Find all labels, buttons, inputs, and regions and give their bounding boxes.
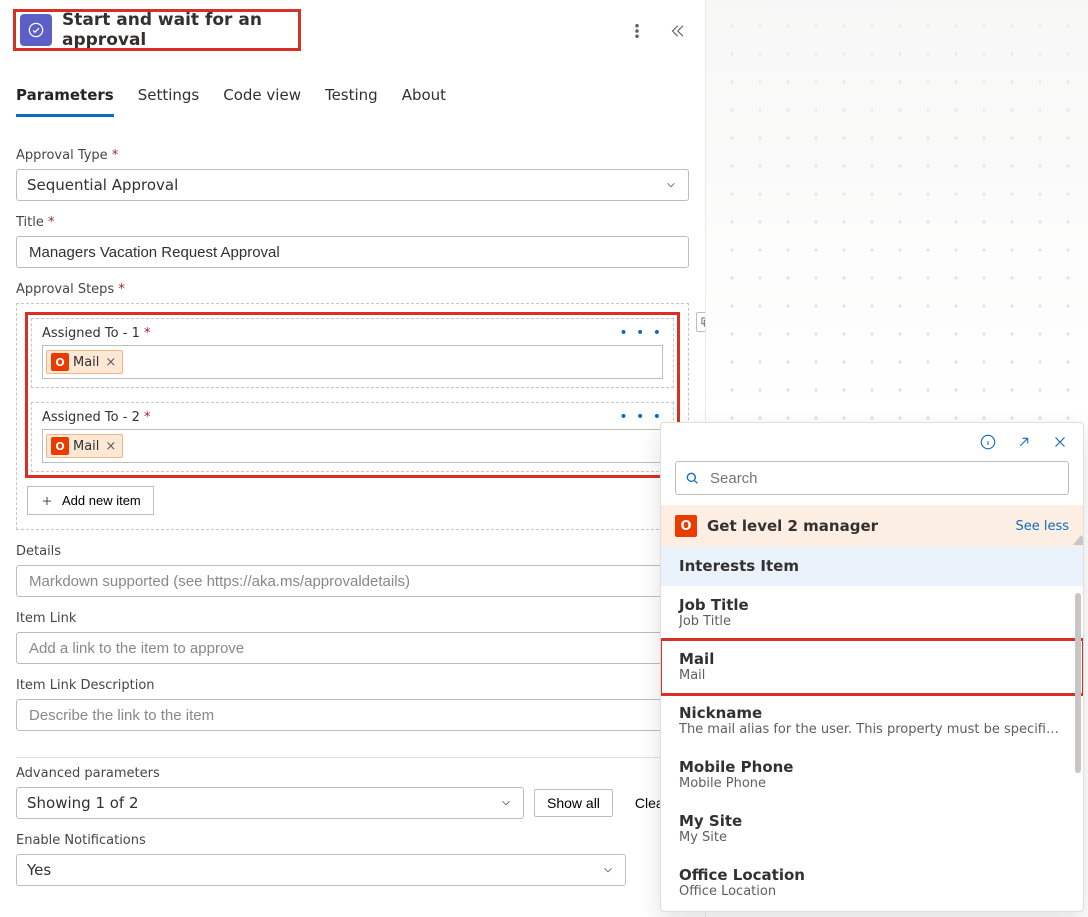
canvas-fade (706, 0, 1088, 420)
office-icon: O (51, 353, 69, 371)
info-icon[interactable] (979, 433, 997, 451)
picker-item-nickname[interactable]: Nickname The mail alias for the user. Th… (661, 694, 1083, 748)
tab-settings[interactable]: Settings (138, 80, 200, 117)
pi-desc: Mobile Phone (679, 776, 1065, 791)
card-title: Start and wait for an approval (62, 10, 294, 50)
tab-about[interactable]: About (402, 80, 446, 117)
advanced-row: Showing 1 of 2 Show all Clear (16, 787, 689, 819)
item-link-desc-input[interactable] (27, 706, 678, 725)
config-panel: Start and wait for an approval Parameter… (0, 0, 705, 917)
step-2-token-remove[interactable]: × (103, 439, 118, 454)
collapse-button[interactable] (664, 18, 690, 47)
advanced-select[interactable]: Showing 1 of 2 (16, 787, 524, 819)
label-title: Title (16, 215, 689, 230)
approval-type-value: Sequential Approval (27, 176, 178, 194)
pi-title: Mobile Phone (679, 758, 1065, 776)
chevron-down-icon (664, 178, 678, 192)
pi-desc: The mail alias for the user. This proper… (679, 722, 1065, 737)
title-input[interactable] (27, 243, 678, 262)
step-1-input[interactable]: O Mail × (42, 345, 663, 379)
approval-type-select[interactable]: Sequential Approval (16, 169, 689, 201)
details-input-wrap[interactable] (16, 565, 689, 597)
enable-notifications-value: Yes (27, 861, 51, 879)
expand-icon[interactable] (1015, 433, 1033, 451)
tab-parameters[interactable]: Parameters (16, 80, 114, 117)
label-approval-steps: Approval Steps (16, 282, 689, 297)
close-icon[interactable] (1051, 433, 1069, 451)
label-advanced: Advanced parameters (16, 766, 689, 781)
picker-item-interests[interactable]: Interests Item (661, 547, 1083, 586)
label-item-link-desc: Item Link Description (16, 678, 689, 693)
parameters-form: Approval Type Sequential Approval Title … (16, 136, 689, 911)
tab-bar: Parameters Settings Code view Testing Ab… (16, 80, 689, 118)
pi-title: Nickname (679, 704, 1065, 722)
step-2-token[interactable]: O Mail × (46, 434, 123, 458)
picker-header (661, 423, 1083, 455)
pi-desc: Job Title (679, 614, 1065, 629)
office-icon: O (51, 437, 69, 455)
step-2-label: Assigned To - 2 (42, 410, 150, 425)
step-1-token-remove[interactable]: × (103, 355, 118, 370)
tab-codeview[interactable]: Code view (223, 80, 301, 117)
dynamic-content-picker: O Get level 2 manager See less Interests… (660, 422, 1084, 912)
scrollbar-thumb[interactable] (1075, 593, 1081, 773)
step-2: Assigned To - 2 • • • O Mail × (31, 402, 674, 472)
more-button[interactable] (624, 18, 650, 47)
picker-search[interactable] (675, 461, 1069, 495)
pi-desc: My Site (679, 830, 1065, 845)
plus-icon (40, 494, 54, 508)
step-1-token-label: Mail (73, 355, 99, 370)
picker-search-input[interactable] (708, 469, 1060, 488)
separator (16, 757, 689, 758)
steps-highlight: Assigned To - 1 • • • O Mail × Assign (27, 314, 678, 476)
enable-notifications-select[interactable]: Yes (16, 854, 626, 886)
pi-title: Interests Item (679, 557, 1065, 575)
item-link-input[interactable] (27, 639, 678, 658)
label-enable-notifications: Enable Notifications (16, 833, 689, 848)
step-1-label: Assigned To - 1 (42, 326, 150, 341)
pi-title: My Site (679, 812, 1065, 830)
tab-testing[interactable]: Testing (325, 80, 378, 117)
picker-item-office[interactable]: Office Location Office Location (661, 856, 1083, 910)
office-icon: O (675, 515, 697, 537)
pi-title: Office Location (679, 866, 1065, 884)
picker-item-mobile[interactable]: Mobile Phone Mobile Phone (661, 748, 1083, 802)
picker-item-mail[interactable]: Mail Mail (661, 640, 1083, 694)
step-1-menu[interactable]: • • • (619, 325, 663, 341)
step-2-token-label: Mail (73, 439, 99, 454)
step-2-input[interactable]: O Mail × (42, 429, 663, 463)
pi-desc: Mail (679, 668, 1065, 683)
approval-steps-box: Assigned To - 1 • • • O Mail × Assign (16, 303, 689, 530)
title-input-wrap[interactable] (16, 236, 689, 268)
picker-item-jobtitle[interactable]: Job Title Job Title (661, 586, 1083, 640)
search-icon (684, 470, 700, 486)
label-item-link: Item Link (16, 611, 689, 626)
step-1: Assigned To - 1 • • • O Mail × (31, 318, 674, 388)
details-input[interactable] (27, 572, 678, 591)
picker-source[interactable]: O Get level 2 manager See less (661, 505, 1083, 547)
add-item-label: Add new item (62, 493, 141, 508)
picker-source-label: Get level 2 manager (707, 517, 878, 535)
header-actions (624, 18, 690, 47)
step-2-menu[interactable]: • • • (619, 409, 663, 425)
pi-title: Mail (679, 650, 1065, 668)
approvals-app-icon (20, 14, 52, 46)
item-link-desc-input-wrap[interactable] (16, 699, 689, 731)
show-all-button[interactable]: Show all (534, 789, 613, 817)
card-header: Start and wait for an approval (16, 12, 298, 48)
step-1-token[interactable]: O Mail × (46, 350, 123, 374)
pi-desc: Office Location (679, 884, 1065, 899)
picker-list: Interests Item Job Title Job Title Mail … (661, 547, 1083, 911)
picker-caret-icon (1073, 535, 1084, 545)
label-details: Details (16, 544, 689, 559)
add-item-button[interactable]: Add new item (27, 486, 154, 515)
label-approval-type: Approval Type (16, 148, 689, 163)
chevron-down-icon (499, 796, 513, 810)
picker-item-mysite[interactable]: My Site My Site (661, 802, 1083, 856)
chevron-down-icon (601, 863, 615, 877)
see-less-link[interactable]: See less (1015, 519, 1069, 534)
item-link-input-wrap[interactable] (16, 632, 689, 664)
advanced-showing: Showing 1 of 2 (27, 794, 139, 812)
pi-title: Job Title (679, 596, 1065, 614)
